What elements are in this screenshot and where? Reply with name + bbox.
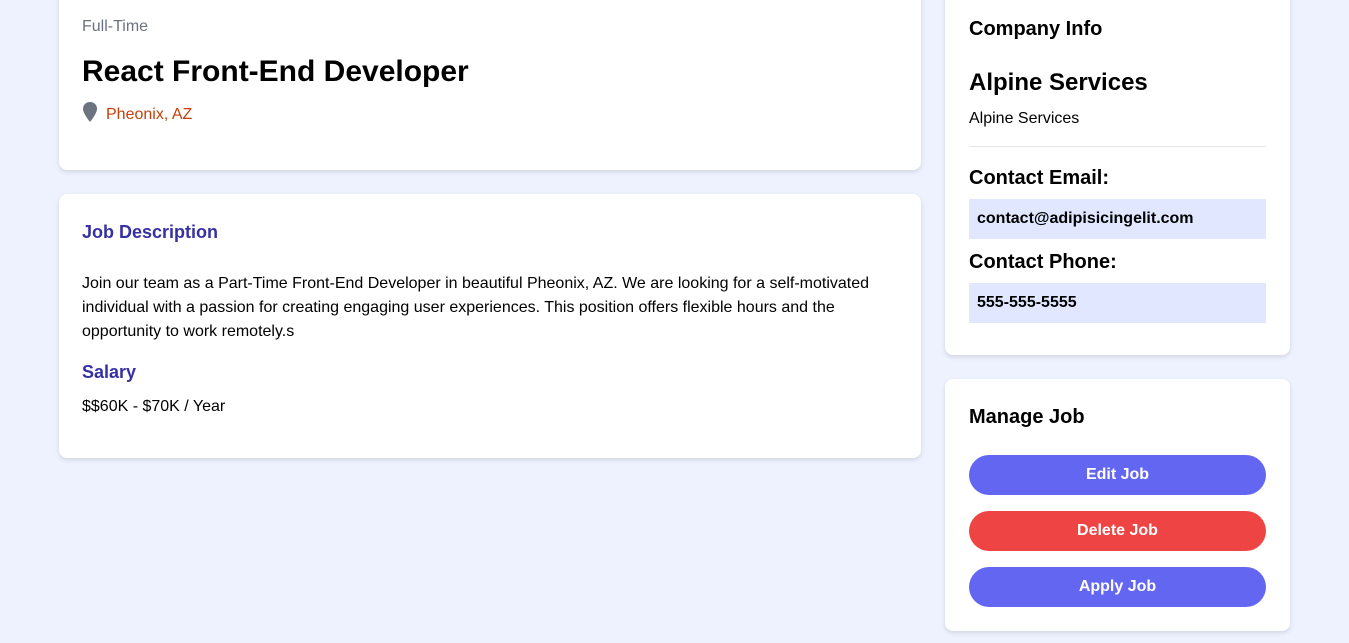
contact-email-value: contact@adipisicingelit.com — [969, 199, 1266, 239]
edit-job-button[interactable]: Edit Job — [969, 455, 1266, 495]
map-marker-icon — [83, 102, 97, 122]
company-info-card: Company Info Alpine Services Alpine Serv… — [945, 0, 1290, 355]
contact-phone-value: 555-555-5555 — [969, 283, 1266, 323]
manage-job-heading: Manage Job — [969, 406, 1085, 428]
job-title: React Front-End Developer — [82, 55, 469, 88]
salary-heading: Salary — [82, 362, 137, 382]
delete-job-button[interactable]: Delete Job — [969, 511, 1266, 551]
contact-email-label: Contact Email: — [969, 167, 1110, 189]
salary-text: $$60K - $70K / Year — [82, 398, 226, 415]
contact-phone-label: Contact Phone: — [969, 251, 1117, 273]
apply-job-button[interactable]: Apply Job — [969, 567, 1266, 607]
company-info-heading: Company Info — [969, 18, 1103, 40]
divider — [969, 146, 1266, 147]
job-location: Pheonix, AZ — [82, 102, 193, 124]
location-text: Pheonix, AZ — [106, 106, 193, 123]
job-description-text: Join our team as a Part-Time Front-End D… — [82, 275, 870, 340]
company-name: Alpine Services — [969, 69, 1148, 96]
company-description: Alpine Services — [969, 110, 1080, 127]
job-description-heading: Job Description — [82, 222, 219, 242]
manage-job-card: Manage Job Edit Job Delete Job Apply Job — [945, 379, 1290, 631]
job-header-card: Full-Time React Front-End Developer Pheo… — [59, 0, 921, 170]
job-type: Full-Time — [82, 18, 149, 35]
job-description-card: Job Description Join our team as a Part-… — [59, 194, 921, 458]
